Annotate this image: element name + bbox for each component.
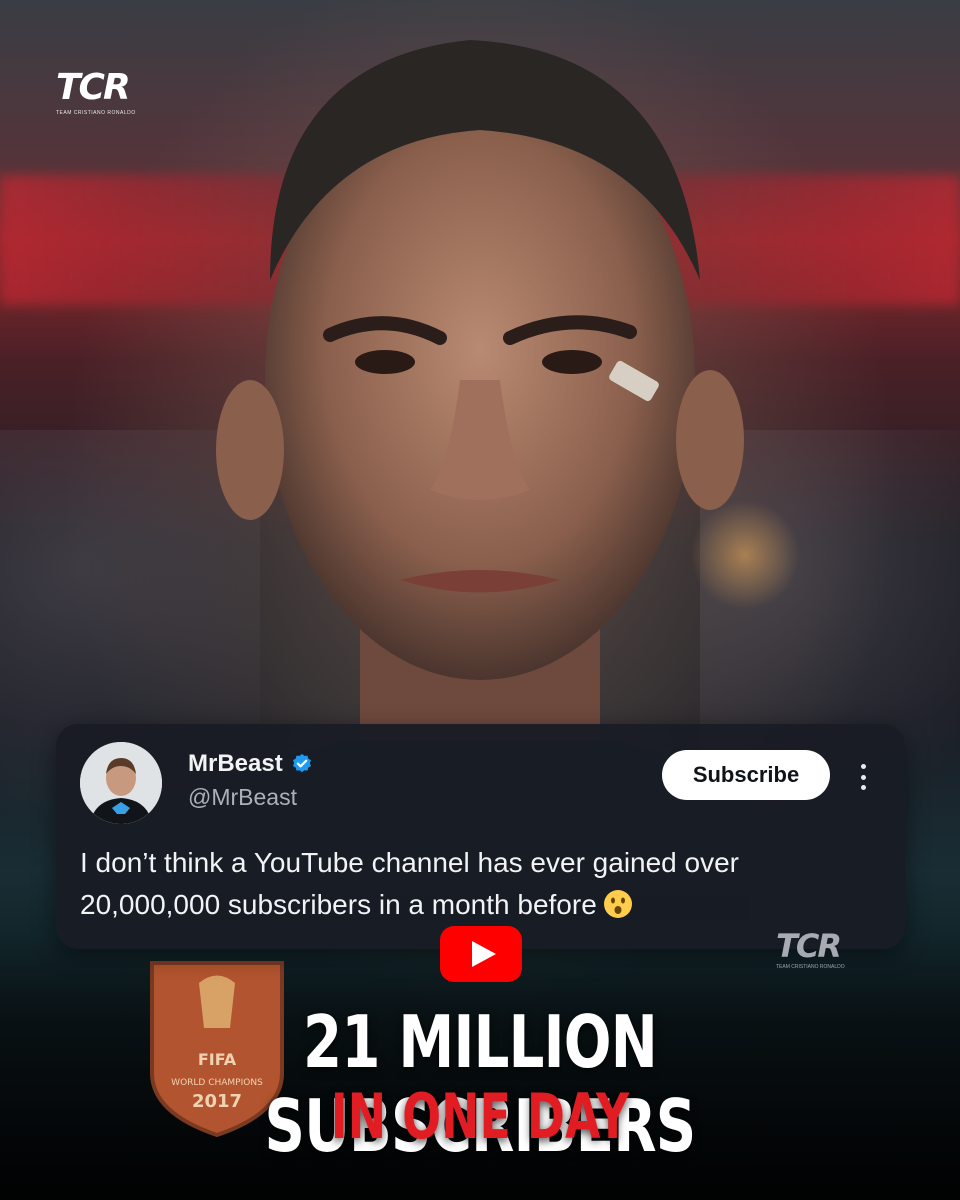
more-options-icon[interactable] <box>852 760 874 794</box>
tcr-watermark-tagline: TEAM CRISTIANO RONALDO <box>776 964 845 970</box>
youtube-logo-icon <box>440 926 522 982</box>
tweet-text-line-2-wrap: 20,000,000 subscribers in a month before <box>80 884 870 926</box>
avatar[interactable] <box>80 742 162 824</box>
author-row: MrBeast <box>188 750 313 778</box>
tcr-logo-mark: TCR <box>56 67 131 108</box>
tweet-text-line-1: I don’t think a YouTube channel has ever… <box>80 847 739 878</box>
tcr-logo-tagline: TEAM CRISTIANO RONALDO <box>56 110 136 116</box>
avatar-image <box>80 742 162 824</box>
tcr-logo: TCR TEAM CRISTIANO RONALDO <box>56 68 138 120</box>
subscribe-button[interactable]: Subscribe <box>662 750 830 800</box>
headline-sub: IN ONE DAY <box>330 1080 630 1153</box>
author-handle[interactable]: @MrBeast <box>188 784 297 811</box>
tweet-card: MrBeast @MrBeast Subscribe I don’t think… <box>56 724 905 949</box>
tweet-text: I don’t think a YouTube channel has ever… <box>80 842 870 926</box>
surprised-face-icon <box>603 890 632 918</box>
author-name[interactable]: MrBeast <box>188 750 283 778</box>
tcr-watermark: TCR TEAM CRISTIANO RONALDO <box>776 928 860 984</box>
tweet-text-line-2: 20,000,000 subscribers in a month before <box>80 889 597 920</box>
verified-badge-icon <box>292 753 311 773</box>
tcr-watermark-mark: TCR <box>776 927 842 965</box>
